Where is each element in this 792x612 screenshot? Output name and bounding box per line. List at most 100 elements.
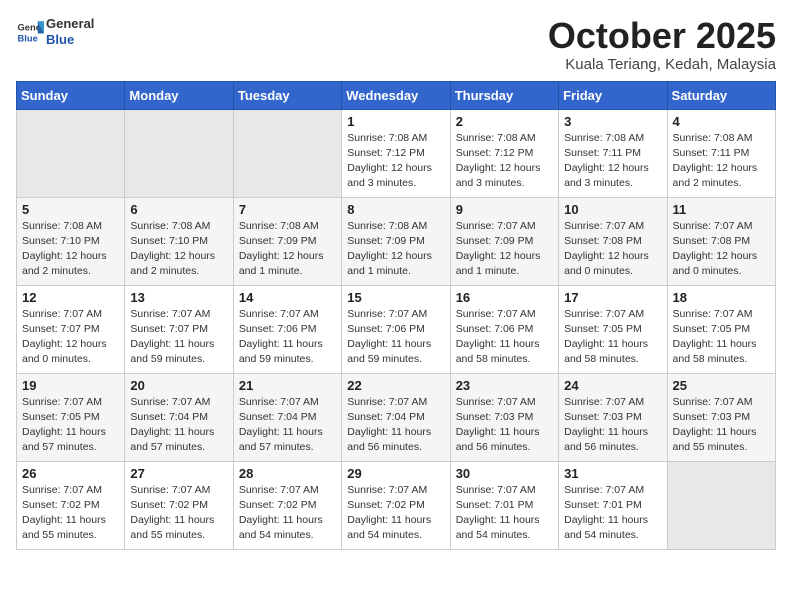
calendar-cell: 9Sunrise: 7:07 AM Sunset: 7:09 PM Daylig… (450, 197, 558, 285)
calendar-cell (125, 109, 233, 197)
week-row-3: 12 Sunrise: 7:07 AM Sunset: 7:07 PM Dayli… (17, 285, 776, 373)
calendar-cell: 4 Sunrise: 7:08 AM Sunset: 7:11 PM Daylig… (667, 109, 775, 197)
calendar-cell: 16 Sunrise: 7:07 AM Sunset: 7:06 PM Dayli… (450, 285, 558, 373)
day-number: 27 (130, 466, 227, 481)
day-info: Sunrise: 7:07 AM Sunset: 7:04 PM Dayligh… (130, 395, 227, 456)
day-info: Sunrise: 7:08 AM Sunset: 7:11 PM Dayligh… (564, 131, 661, 192)
day-info: Sunrise: 7:07 AM Sunset: 7:02 PM Dayligh… (22, 483, 119, 544)
weekday-header-friday: Friday (559, 81, 667, 109)
calendar-cell: 2 Sunrise: 7:08 AM Sunset: 7:12 PM Daylig… (450, 109, 558, 197)
day-info: Sunrise: 7:07 AM Sunset: 7:05 PM Dayligh… (673, 307, 770, 368)
day-number: 6 (130, 202, 227, 217)
calendar-cell: 5 Sunrise: 7:08 AM Sunset: 7:10 PM Daylig… (17, 197, 125, 285)
page-header: General Blue General Blue October 2025 K… (16, 16, 776, 73)
month-title: October 2025 (548, 16, 776, 56)
day-info: Sunrise: 7:08 AM Sunset: 7:10 PM Dayligh… (22, 219, 119, 280)
day-info: Sunrise: 7:08 AM Sunset: 7:12 PM Dayligh… (456, 131, 553, 192)
logo-blue-text: Blue (46, 32, 74, 47)
calendar-cell: 27 Sunrise: 7:07 AM Sunset: 7:02 PM Dayli… (125, 461, 233, 549)
day-number: 7 (239, 202, 336, 217)
calendar-cell: 20 Sunrise: 7:07 AM Sunset: 7:04 PM Dayli… (125, 373, 233, 461)
calendar-cell: 12Sunrise: 7:07 AM Sunset: 7:07 PM Dayli… (17, 285, 125, 373)
calendar-cell: 23 Sunrise: 7:07 AM Sunset: 7:03 PM Dayli… (450, 373, 558, 461)
calendar-cell (667, 461, 775, 549)
day-number: 12 (22, 290, 119, 305)
weekday-header-monday: Monday (125, 81, 233, 109)
calendar-cell: 3 Sunrise: 7:08 AM Sunset: 7:11 PM Daylig… (559, 109, 667, 197)
day-number: 30 (456, 466, 553, 481)
day-number: 26 (22, 466, 119, 481)
calendar-cell: 10 Sunrise: 7:07 AM Sunset: 7:08 PM Dayli… (559, 197, 667, 285)
title-block: October 2025 Kuala Teriang, Kedah, Malay… (548, 16, 776, 73)
week-row-2: 5 Sunrise: 7:08 AM Sunset: 7:10 PM Daylig… (17, 197, 776, 285)
day-number: 16 (456, 290, 553, 305)
day-info: Sunrise: 7:07 AM Sunset: 7:03 PM Dayligh… (456, 395, 553, 456)
calendar-cell: 18 Sunrise: 7:07 AM Sunset: 7:05 PM Dayli… (667, 285, 775, 373)
day-info: Sunrise: 7:07 AM Sunset: 7:05 PM Dayligh… (22, 395, 119, 456)
day-info: Sunrise: 7:08 AM Sunset: 7:09 PM Dayligh… (347, 219, 444, 280)
logo: General Blue General Blue (16, 16, 94, 47)
day-number: 18 (673, 290, 770, 305)
day-number: 17 (564, 290, 661, 305)
day-info: Sunrise: 7:07 AM Sunset: 7:02 PM Dayligh… (347, 483, 444, 544)
calendar-cell: 22Sunrise: 7:07 AM Sunset: 7:04 PM Dayli… (342, 373, 450, 461)
calendar-cell: 24Sunrise: 7:07 AM Sunset: 7:03 PM Dayli… (559, 373, 667, 461)
weekday-header-sunday: Sunday (17, 81, 125, 109)
day-info: Sunrise: 7:07 AM Sunset: 7:07 PM Dayligh… (130, 307, 227, 368)
calendar-cell: 11Sunrise: 7:07 AM Sunset: 7:08 PM Dayli… (667, 197, 775, 285)
day-number: 2 (456, 114, 553, 129)
calendar-cell: 17Sunrise: 7:07 AM Sunset: 7:05 PM Dayli… (559, 285, 667, 373)
calendar-cell: 21Sunrise: 7:07 AM Sunset: 7:04 PM Dayli… (233, 373, 341, 461)
day-number: 24 (564, 378, 661, 393)
day-number: 9 (456, 202, 553, 217)
calendar-cell: 19 Sunrise: 7:07 AM Sunset: 7:05 PM Dayli… (17, 373, 125, 461)
day-number: 15 (347, 290, 444, 305)
calendar-cell (233, 109, 341, 197)
day-info: Sunrise: 7:07 AM Sunset: 7:02 PM Dayligh… (239, 483, 336, 544)
week-row-1: 1 Sunrise: 7:08 AM Sunset: 7:12 PM Daylig… (17, 109, 776, 197)
day-info: Sunrise: 7:08 AM Sunset: 7:11 PM Dayligh… (673, 131, 770, 192)
calendar-cell: 7 Sunrise: 7:08 AM Sunset: 7:09 PM Daylig… (233, 197, 341, 285)
day-number: 20 (130, 378, 227, 393)
day-number: 19 (22, 378, 119, 393)
day-number: 25 (673, 378, 770, 393)
day-info: Sunrise: 7:07 AM Sunset: 7:08 PM Dayligh… (673, 219, 770, 280)
day-info: Sunrise: 7:07 AM Sunset: 7:06 PM Dayligh… (456, 307, 553, 368)
day-info: Sunrise: 7:08 AM Sunset: 7:10 PM Dayligh… (130, 219, 227, 280)
day-info: Sunrise: 7:07 AM Sunset: 7:06 PM Dayligh… (239, 307, 336, 368)
calendar-cell: 29Sunrise: 7:07 AM Sunset: 7:02 PM Dayli… (342, 461, 450, 549)
day-info: Sunrise: 7:07 AM Sunset: 7:06 PM Dayligh… (347, 307, 444, 368)
calendar-cell: 31 Sunrise: 7:07 AM Sunset: 7:01 PM Dayli… (559, 461, 667, 549)
calendar-cell: 8 Sunrise: 7:08 AM Sunset: 7:09 PM Daylig… (342, 197, 450, 285)
calendar-cell: 6 Sunrise: 7:08 AM Sunset: 7:10 PM Daylig… (125, 197, 233, 285)
weekday-header-tuesday: Tuesday (233, 81, 341, 109)
day-number: 28 (239, 466, 336, 481)
day-number: 1 (347, 114, 444, 129)
day-number: 10 (564, 202, 661, 217)
day-number: 22 (347, 378, 444, 393)
day-number: 13 (130, 290, 227, 305)
day-number: 21 (239, 378, 336, 393)
weekday-header-saturday: Saturday (667, 81, 775, 109)
day-number: 8 (347, 202, 444, 217)
day-info: Sunrise: 7:07 AM Sunset: 7:01 PM Dayligh… (564, 483, 661, 544)
calendar-cell: 13 Sunrise: 7:07 AM Sunset: 7:07 PM Dayli… (125, 285, 233, 373)
calendar-cell: 14Sunrise: 7:07 AM Sunset: 7:06 PM Dayli… (233, 285, 341, 373)
calendar-cell: 1 Sunrise: 7:08 AM Sunset: 7:12 PM Daylig… (342, 109, 450, 197)
day-number: 3 (564, 114, 661, 129)
calendar-cell: 30 Sunrise: 7:07 AM Sunset: 7:01 PM Dayli… (450, 461, 558, 549)
day-info: Sunrise: 7:08 AM Sunset: 7:09 PM Dayligh… (239, 219, 336, 280)
svg-text:Blue: Blue (18, 33, 38, 43)
day-info: Sunrise: 7:07 AM Sunset: 7:02 PM Dayligh… (130, 483, 227, 544)
weekday-header-wednesday: Wednesday (342, 81, 450, 109)
week-row-4: 19 Sunrise: 7:07 AM Sunset: 7:05 PM Dayli… (17, 373, 776, 461)
week-row-5: 26 Sunrise: 7:07 AM Sunset: 7:02 PM Dayli… (17, 461, 776, 549)
day-info: Sunrise: 7:08 AM Sunset: 7:12 PM Dayligh… (347, 131, 444, 192)
day-number: 5 (22, 202, 119, 217)
day-number: 31 (564, 466, 661, 481)
day-number: 23 (456, 378, 553, 393)
day-info: Sunrise: 7:07 AM Sunset: 7:08 PM Dayligh… (564, 219, 661, 280)
calendar-cell (17, 109, 125, 197)
day-info: Sunrise: 7:07 AM Sunset: 7:01 PM Dayligh… (456, 483, 553, 544)
day-number: 4 (673, 114, 770, 129)
